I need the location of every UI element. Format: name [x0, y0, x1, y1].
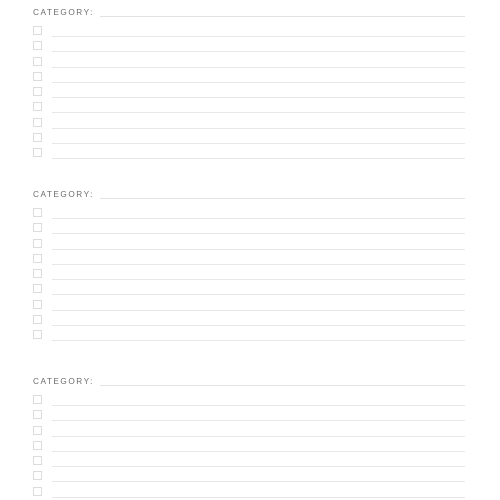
checklist-row	[0, 56, 500, 72]
category-header: CATEGORY:	[0, 371, 500, 387]
checkbox-icon[interactable]	[33, 299, 42, 309]
checklist-item-rule[interactable]	[52, 450, 465, 452]
checkbox-icon[interactable]	[33, 440, 42, 450]
checklist-item-rule[interactable]	[52, 127, 465, 129]
checklist-item-rule[interactable]	[52, 263, 465, 265]
checkbox-icon[interactable]	[33, 269, 42, 279]
checklist-item-rule[interactable]	[52, 143, 465, 145]
checkbox-icon[interactable]	[33, 471, 42, 481]
checklist-row	[0, 456, 500, 471]
checkbox-icon[interactable]	[33, 330, 42, 340]
checklist-row	[0, 253, 500, 269]
checklist-item-rule[interactable]	[52, 420, 465, 422]
checklist-item-rule[interactable]	[52, 36, 465, 37]
category-write-in-rule[interactable]	[99, 16, 465, 17]
checklist-row	[0, 26, 500, 41]
category-section: CATEGORY:	[0, 371, 500, 500]
checklist-item-rule[interactable]	[52, 97, 465, 99]
checklist-row	[0, 284, 500, 299]
checkbox-icon[interactable]	[33, 456, 42, 466]
checklist-item-rule[interactable]	[52, 112, 465, 114]
checklist-rows	[0, 395, 500, 500]
checklist-row	[0, 330, 500, 345]
category-header: CATEGORY:	[0, 2, 500, 18]
checklist-item-rule[interactable]	[52, 466, 465, 468]
checklist-item-rule[interactable]	[52, 325, 465, 327]
checklist-item-rule[interactable]	[52, 340, 465, 342]
checklist-item-rule[interactable]	[52, 435, 465, 437]
checklist-row	[0, 440, 500, 456]
checklist-item-rule[interactable]	[52, 294, 465, 296]
checklist-row	[0, 238, 500, 254]
checkbox-icon[interactable]	[33, 208, 42, 217]
checklist-item-rule[interactable]	[52, 481, 465, 483]
checkbox-icon[interactable]	[33, 71, 42, 81]
checklist-row	[0, 102, 500, 117]
checklist-item-rule[interactable]	[52, 279, 465, 281]
checklist-row	[0, 299, 500, 315]
category-header: CATEGORY:	[0, 184, 500, 200]
checkbox-icon[interactable]	[33, 102, 42, 112]
checklist-row	[0, 471, 500, 486]
checklist-row	[0, 395, 500, 410]
checklist-item-rule[interactable]	[52, 248, 465, 250]
checkbox-icon[interactable]	[33, 87, 42, 97]
checklist-row	[0, 148, 500, 163]
checklist-row	[0, 117, 500, 133]
category-section: CATEGORY:	[0, 2, 500, 164]
checklist-row	[0, 425, 500, 441]
checklist-item-rule[interactable]	[52, 496, 465, 498]
checklist-row	[0, 208, 500, 223]
checkbox-icon[interactable]	[33, 117, 42, 127]
checklist-rows	[0, 26, 500, 164]
category-label: CATEGORY:	[33, 190, 94, 199]
category-write-in-rule[interactable]	[99, 385, 465, 386]
checkbox-icon[interactable]	[33, 253, 42, 263]
checklist-row	[0, 410, 500, 425]
checkbox-icon[interactable]	[33, 425, 42, 435]
category-section: CATEGORY:	[0, 184, 500, 346]
checklist-row	[0, 41, 500, 56]
checklist-page: CATEGORY: CATEGORY: CATEGORY:	[0, 0, 500, 500]
checklist-item-rule[interactable]	[52, 405, 465, 406]
checklist-row	[0, 223, 500, 238]
checklist-item-rule[interactable]	[52, 158, 465, 160]
category-label: CATEGORY:	[33, 377, 94, 386]
checkbox-icon[interactable]	[33, 223, 42, 233]
category-label: CATEGORY:	[33, 8, 94, 17]
checkbox-icon[interactable]	[33, 238, 42, 248]
checklist-row	[0, 133, 500, 148]
checkbox-icon[interactable]	[33, 410, 42, 420]
checkbox-icon[interactable]	[33, 41, 42, 51]
checklist-row	[0, 486, 500, 500]
checklist-item-rule[interactable]	[52, 81, 465, 83]
checkbox-icon[interactable]	[33, 148, 42, 158]
checkbox-icon[interactable]	[33, 315, 42, 325]
checkbox-icon[interactable]	[33, 395, 42, 404]
checklist-item-rule[interactable]	[52, 218, 465, 219]
checklist-rows	[0, 208, 500, 346]
checkbox-icon[interactable]	[33, 56, 42, 66]
checklist-item-rule[interactable]	[52, 233, 465, 235]
checklist-item-rule[interactable]	[52, 309, 465, 311]
checklist-item-rule[interactable]	[52, 51, 465, 53]
checkbox-icon[interactable]	[33, 486, 42, 496]
checklist-row	[0, 87, 500, 102]
checklist-row	[0, 71, 500, 87]
category-write-in-rule[interactable]	[99, 198, 465, 199]
checklist-item-rule[interactable]	[52, 66, 465, 68]
checkbox-icon[interactable]	[33, 133, 42, 143]
checkbox-icon[interactable]	[33, 284, 42, 294]
checkbox-icon[interactable]	[33, 26, 42, 35]
checklist-row	[0, 269, 500, 284]
checklist-row	[0, 315, 500, 330]
